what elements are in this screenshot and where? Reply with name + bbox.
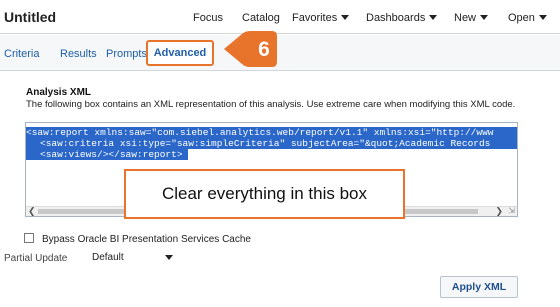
menu-dashboards-label: Dashboards <box>366 12 426 24</box>
chevron-down-icon <box>538 15 547 20</box>
resize-grip-icon[interactable]: ⇲ <box>508 206 515 215</box>
step-number: 6 <box>258 38 270 61</box>
partial-update-select[interactable]: Default <box>88 249 175 267</box>
bypass-cache-checkbox[interactable] <box>24 233 34 243</box>
scroll-right-icon[interactable]: ❯ <box>495 206 503 216</box>
menu-favorites-label: Favorites <box>292 12 338 24</box>
apply-xml-button[interactable]: Apply XML <box>440 276 518 298</box>
menu-focus-label: Focus <box>193 12 223 24</box>
analysis-xml-description: The following box contains an XML repres… <box>26 99 516 110</box>
tab-results[interactable]: Results <box>60 48 97 60</box>
chevron-down-icon <box>341 15 350 20</box>
xml-selection: <saw:report xmlns:saw="com.siebel.analyt… <box>26 127 517 160</box>
menu-favorites[interactable]: Favorites <box>292 12 350 24</box>
menu-catalog-label: Catalog <box>242 12 280 24</box>
partial-update-value: Default <box>92 252 124 263</box>
xml-line: <saw:views/></saw:report> <box>26 149 188 160</box>
tab-advanced[interactable]: Advanced <box>146 40 214 66</box>
menu-dashboards[interactable]: Dashboards <box>366 12 438 24</box>
chevron-down-icon <box>165 255 173 260</box>
top-bar: Untitled Focus Catalog Favorites Dashboa… <box>0 0 560 34</box>
xml-line: <saw:report xmlns:saw="com.siebel.analyt… <box>26 127 494 138</box>
chevron-down-icon <box>429 15 438 20</box>
analysis-title: Untitled <box>4 9 57 25</box>
bypass-cache-label: Bypass Oracle BI Presentation Services C… <box>42 234 251 245</box>
bypass-cache-option[interactable]: Bypass Oracle BI Presentation Services C… <box>24 233 251 245</box>
partial-update-label: Partial Update <box>4 253 68 264</box>
chevron-down-icon <box>480 15 489 20</box>
scroll-left-icon[interactable]: ❮ <box>28 206 36 216</box>
xml-line: <saw:criteria xsi:type="saw:simpleCriter… <box>40 138 491 149</box>
menu-open-label: Open <box>508 12 535 24</box>
menu-open[interactable]: Open <box>508 12 547 24</box>
menu-focus[interactable]: Focus <box>193 12 223 24</box>
tab-criteria[interactable]: Criteria <box>4 48 39 60</box>
menu-catalog[interactable]: Catalog <box>242 12 280 24</box>
tab-prompts[interactable]: Prompts <box>106 48 147 60</box>
menu-new[interactable]: New <box>454 12 489 24</box>
instruction-annotation: Clear everything in this box <box>124 169 405 219</box>
analysis-xml-heading: Analysis XML <box>26 87 92 98</box>
menu-new-label: New <box>454 12 477 24</box>
